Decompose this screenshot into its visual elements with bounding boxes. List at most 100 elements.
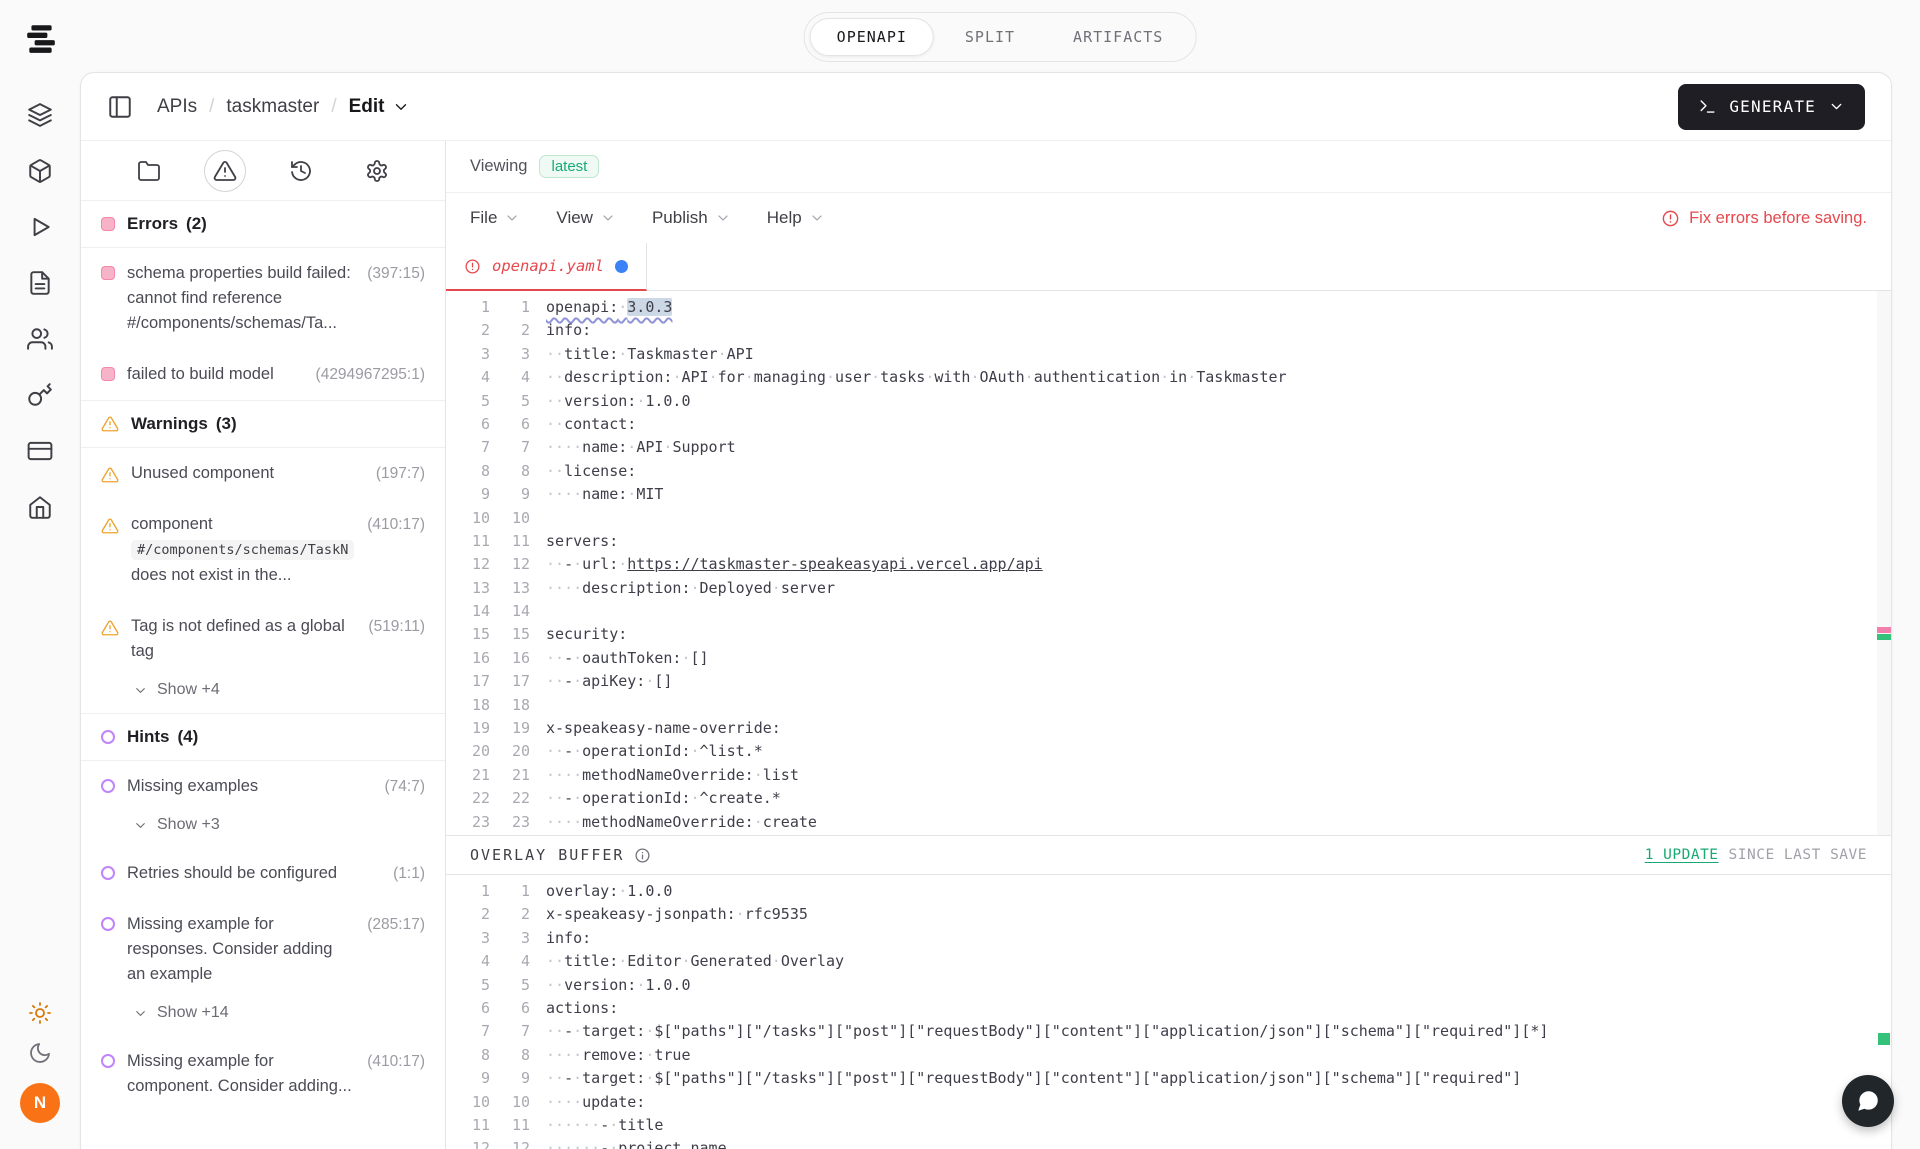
code-line[interactable]: 44··title:·Editor·Generated·Overlay bbox=[446, 950, 1891, 973]
code-line[interactable]: 55··version:·1.0.0 bbox=[446, 974, 1891, 997]
code-line[interactable]: 88··license: bbox=[446, 460, 1891, 483]
code-line[interactable]: 1212······-·project_name bbox=[446, 1137, 1891, 1149]
code-link[interactable]: https://taskmaster-speakeasyapi.vercel.a… bbox=[627, 555, 1042, 573]
show-more-button[interactable]: Show +4 bbox=[81, 677, 240, 713]
code-text bbox=[530, 600, 546, 623]
info-icon[interactable] bbox=[634, 847, 651, 864]
rail-item-file-text[interactable] bbox=[27, 270, 53, 296]
generate-button[interactable]: GENERATE bbox=[1678, 84, 1865, 130]
issues-section-warning: Warnings(3)Unused component(197:7)compon… bbox=[81, 400, 445, 713]
issue-location: (285:17) bbox=[367, 912, 425, 987]
code-line[interactable]: 2222··-·operationId:·^create.* bbox=[446, 787, 1891, 810]
code-line[interactable]: 66actions: bbox=[446, 997, 1891, 1020]
code-line[interactable]: 1919x-speakeasy-name-override: bbox=[446, 717, 1891, 740]
code-line[interactable]: 88····remove:·true bbox=[446, 1044, 1891, 1067]
rail-item-package[interactable] bbox=[27, 158, 53, 184]
code-text: servers: bbox=[530, 530, 618, 553]
code-line[interactable]: 1111······-·title bbox=[446, 1114, 1891, 1137]
code-line[interactable]: 22info: bbox=[446, 319, 1891, 342]
line-number: 3 bbox=[446, 343, 490, 366]
line-number: 21 bbox=[446, 764, 490, 787]
code-line[interactable]: 2020··-·operationId:·^list.* bbox=[446, 740, 1891, 763]
code-text: ··description:·API·for·managing·user·tas… bbox=[530, 366, 1287, 389]
editor-scrollbar[interactable] bbox=[1877, 291, 1891, 835]
code-line[interactable]: 1010····update: bbox=[446, 1091, 1891, 1114]
view-tab-artifacts[interactable]: ARTIFACTS bbox=[1046, 18, 1190, 56]
overlay-editor[interactable]: 11overlay:·1.0.022x-speakeasy-jsonpath:·… bbox=[446, 875, 1891, 1149]
tab-openapi-yaml[interactable]: openapi.yaml bbox=[446, 243, 647, 291]
issue-row[interactable]: failed to build model(4294967295:1) bbox=[81, 349, 445, 400]
line-number: 2 bbox=[490, 903, 530, 926]
toolbar-history-button[interactable] bbox=[280, 150, 322, 192]
view-tab-split[interactable]: SPLIT bbox=[938, 18, 1042, 56]
code-line[interactable]: 1111servers: bbox=[446, 530, 1891, 553]
toolbar-folder-button[interactable] bbox=[128, 150, 170, 192]
show-more-button[interactable]: Show +3 bbox=[81, 812, 240, 848]
code-line[interactable]: 2121····methodNameOverride:·list bbox=[446, 764, 1891, 787]
code-line[interactable]: 1010 bbox=[446, 507, 1891, 530]
breadcrumb-project[interactable]: taskmaster bbox=[226, 96, 319, 118]
sidebar-toggle-button[interactable] bbox=[107, 94, 133, 120]
toolbar-alert-triangle-button[interactable] bbox=[204, 150, 246, 192]
chevron-down-icon bbox=[1828, 98, 1845, 115]
code-line[interactable]: 77····name:·API·Support bbox=[446, 436, 1891, 459]
code-line[interactable]: 44··description:·API·for·managing·user·t… bbox=[446, 366, 1891, 389]
panel-body: Errors(2)schema properties build failed:… bbox=[81, 141, 1891, 1149]
code-line[interactable]: 1212··-·url:·https://taskmaster-speakeas… bbox=[446, 553, 1891, 576]
moon-theme-button[interactable] bbox=[28, 1041, 52, 1065]
code-line[interactable]: 33··title:·Taskmaster·API bbox=[446, 343, 1891, 366]
code-line[interactable]: 11openapi:·3.0.3 bbox=[446, 296, 1891, 319]
chat-button[interactable] bbox=[1842, 1075, 1894, 1127]
code-line[interactable]: 11overlay:·1.0.0 bbox=[446, 880, 1891, 903]
issue-row[interactable]: Missing examples(74:7) bbox=[81, 761, 445, 812]
sun-theme-button[interactable] bbox=[28, 1001, 52, 1025]
breadcrumb-apis[interactable]: APIs bbox=[157, 96, 197, 118]
code-line[interactable]: 55··version:·1.0.0 bbox=[446, 390, 1891, 413]
code-line[interactable]: 1414 bbox=[446, 600, 1891, 623]
code-line[interactable]: 99····name:·MIT bbox=[446, 483, 1891, 506]
rail-item-home[interactable] bbox=[27, 494, 53, 520]
code-line[interactable]: 66··contact: bbox=[446, 413, 1891, 436]
breadcrumb-page-menu[interactable]: Edit bbox=[349, 96, 410, 118]
issue-row[interactable]: component #/components/schemas/TaskN doe… bbox=[81, 499, 445, 601]
code-line[interactable]: 22x-speakeasy-jsonpath:·rfc9535 bbox=[446, 903, 1891, 926]
rail-item-key[interactable] bbox=[27, 382, 53, 408]
issue-row[interactable]: Missing example for component. Consider … bbox=[81, 1036, 445, 1112]
issue-row[interactable]: Unused component(197:7) bbox=[81, 448, 445, 499]
show-more-button[interactable]: Show +14 bbox=[81, 1000, 249, 1036]
code-line[interactable]: 1717··-·apiKey:·[] bbox=[446, 670, 1891, 693]
code-line[interactable]: 2323····methodNameOverride:·create bbox=[446, 811, 1891, 834]
overlay-update-link[interactable]: 1 UPDATE bbox=[1645, 847, 1719, 863]
issue-row[interactable]: Missing example for responses. Consider … bbox=[81, 899, 445, 1000]
menu-help[interactable]: Help bbox=[767, 208, 825, 228]
code-line[interactable]: 1818 bbox=[446, 694, 1891, 717]
issue-location: (4294967295:1) bbox=[316, 362, 425, 387]
issue-row[interactable]: schema properties build failed: cannot f… bbox=[81, 248, 445, 349]
view-switcher: OPENAPISPLITARTIFACTS bbox=[804, 12, 1197, 62]
code-line[interactable]: 77··-·target:·$["paths"]["/tasks"]["post… bbox=[446, 1020, 1891, 1043]
code-line[interactable]: 99··-·target:·$["paths"]["/tasks"]["post… bbox=[446, 1067, 1891, 1090]
line-number: 8 bbox=[490, 460, 530, 483]
rail-item-users[interactable] bbox=[27, 326, 53, 352]
speakeasy-logo-icon[interactable] bbox=[24, 22, 58, 56]
code-line[interactable]: 33info: bbox=[446, 927, 1891, 950]
rail-item-play[interactable] bbox=[27, 214, 53, 240]
code-line[interactable]: 1616··-·oauthToken:·[] bbox=[446, 647, 1891, 670]
menu-view[interactable]: View bbox=[556, 208, 616, 228]
view-tab-openapi[interactable]: OPENAPI bbox=[810, 18, 934, 56]
menu-file[interactable]: File bbox=[470, 208, 520, 228]
menu-publish[interactable]: Publish bbox=[652, 208, 731, 228]
openapi-editor[interactable]: 11openapi:·3.0.322info:33··title:·Taskma… bbox=[446, 291, 1891, 835]
rail-item-layers[interactable] bbox=[27, 102, 53, 128]
code-line[interactable]: 1313····description:·Deployed·server bbox=[446, 577, 1891, 600]
rail-item-credit-card[interactable] bbox=[27, 438, 53, 464]
toolbar-settings-button[interactable] bbox=[356, 150, 398, 192]
issue-row[interactable]: Tag is not defined as a global tag(519:1… bbox=[81, 601, 445, 677]
code-line[interactable]: 1515security: bbox=[446, 623, 1891, 646]
user-avatar[interactable]: N bbox=[20, 1083, 60, 1123]
issue-text: Missing example for component. Consider … bbox=[127, 1049, 355, 1099]
line-number: 8 bbox=[490, 1044, 530, 1067]
tab-label: openapi.yaml bbox=[492, 257, 604, 275]
issue-row[interactable]: Retries should be configured(1:1) bbox=[81, 848, 445, 899]
version-badge[interactable]: latest bbox=[539, 155, 599, 178]
